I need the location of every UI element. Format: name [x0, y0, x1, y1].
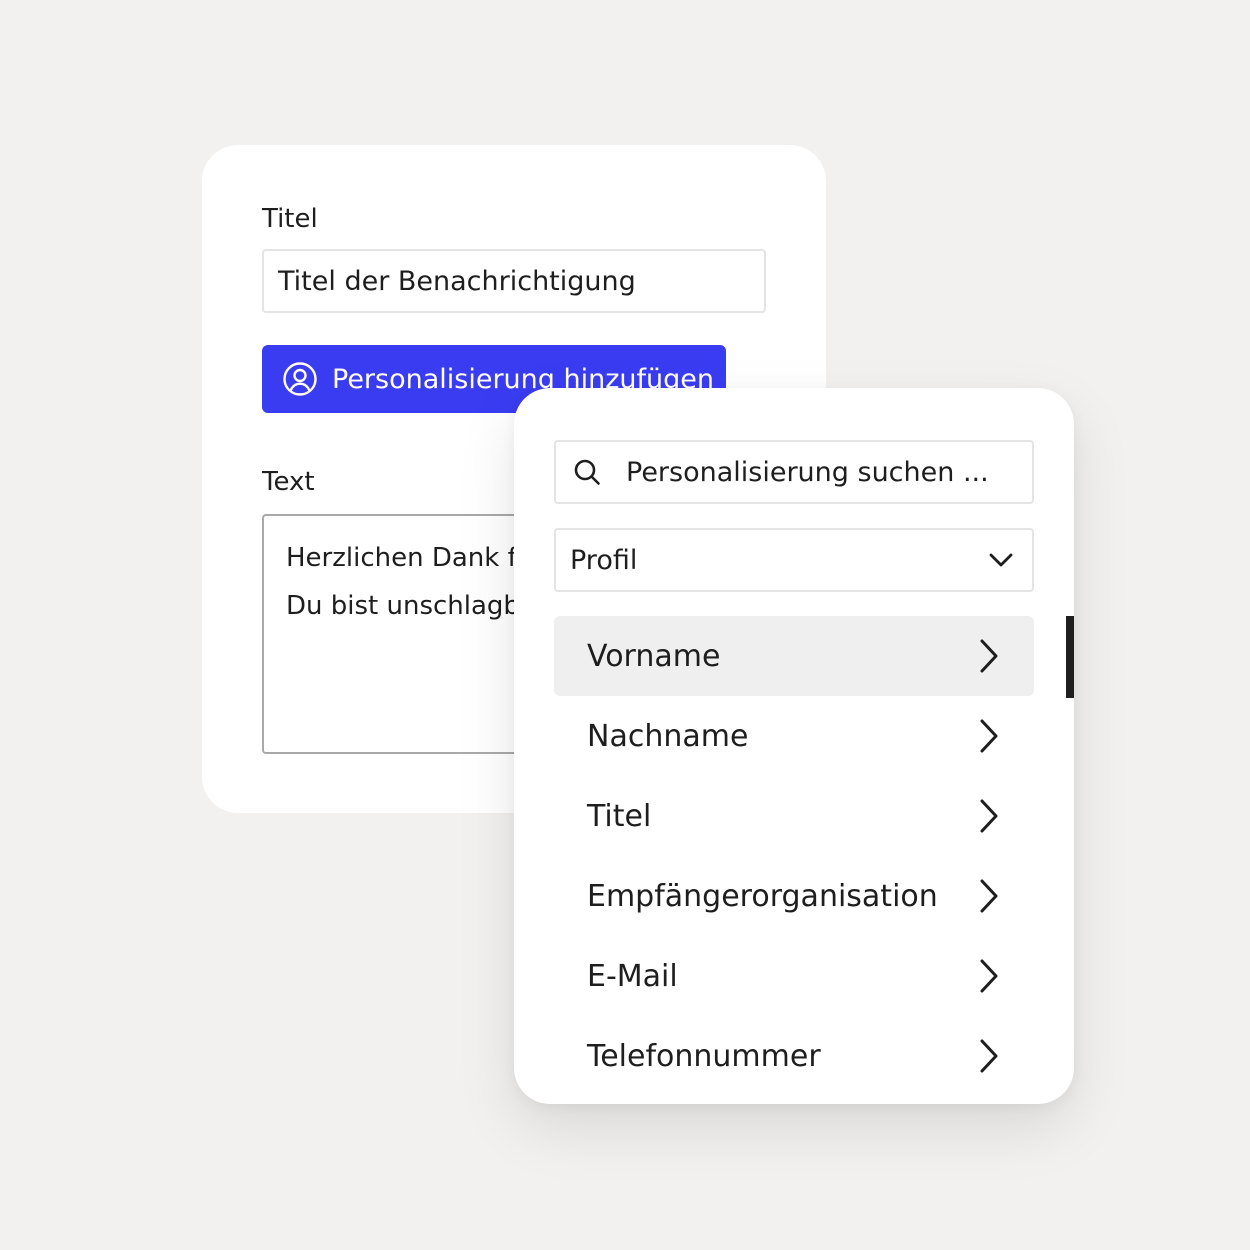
- personalization-search-input[interactable]: Personalisierung suchen ...: [554, 440, 1034, 504]
- text-label: Text: [262, 467, 315, 497]
- list-item-label: Nachname: [587, 718, 749, 754]
- list-item-label: Titel: [587, 798, 652, 834]
- chevron-right-icon: [974, 638, 1000, 674]
- list-item-email[interactable]: E-Mail: [554, 936, 1034, 1016]
- list-item-telefonnummer[interactable]: Telefonnummer: [554, 1016, 1034, 1096]
- chevron-right-icon: [974, 1038, 1000, 1074]
- list-scrollbar[interactable]: [1066, 616, 1074, 698]
- list-item-label: Empfängerorganisation: [587, 878, 938, 914]
- chevron-right-icon: [974, 718, 1000, 754]
- list-item-label: Telefonnummer: [587, 1038, 821, 1074]
- title-input-value: Titel der Benachrichtigung: [278, 265, 636, 297]
- category-select[interactable]: Profil: [554, 528, 1034, 592]
- category-select-value: Profil: [570, 544, 638, 576]
- chevron-down-icon: [986, 545, 1016, 575]
- list-item-titel[interactable]: Titel: [554, 776, 1034, 856]
- list-item-label: E-Mail: [587, 958, 678, 994]
- chevron-right-icon: [974, 878, 1000, 914]
- list-item-nachname[interactable]: Nachname: [554, 696, 1034, 776]
- list-item-empfaengerorganisation[interactable]: Empfängerorganisation: [554, 856, 1034, 936]
- personalization-list: Vorname Nachname Titel Empfängerorganisa…: [554, 616, 1034, 1096]
- search-placeholder: Personalisierung suchen ...: [626, 456, 989, 488]
- list-item-vorname[interactable]: Vorname: [554, 616, 1034, 696]
- title-input[interactable]: Titel der Benachrichtigung: [262, 249, 766, 313]
- list-item-label: Vorname: [587, 638, 721, 674]
- chevron-right-icon: [974, 958, 1000, 994]
- title-label: Titel: [262, 204, 318, 234]
- search-icon: [572, 457, 602, 487]
- chevron-right-icon: [974, 798, 1000, 834]
- personalization-picker: Personalisierung suchen ... Profil Vorna…: [514, 388, 1074, 1104]
- user-circle-icon: [282, 361, 318, 397]
